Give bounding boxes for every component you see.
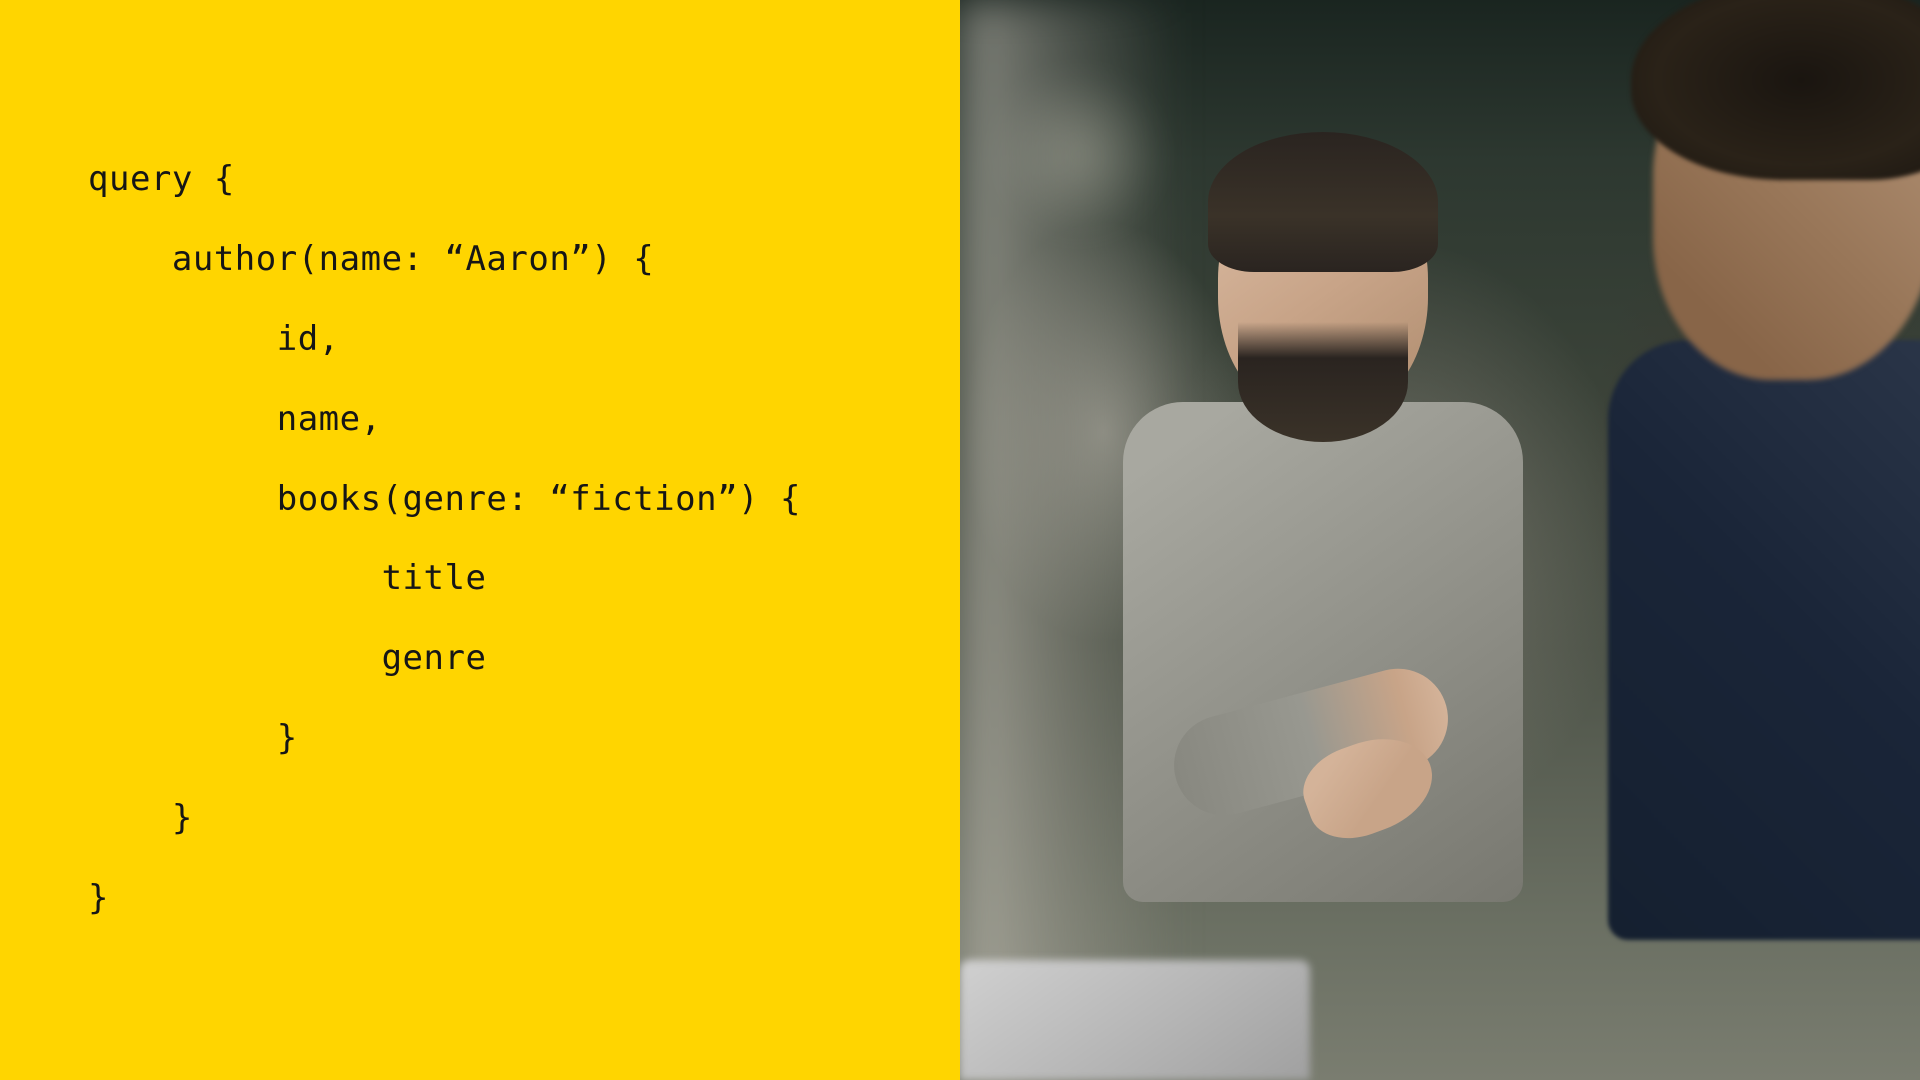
code-panel: query { author(name: “Aaron”) { id, name… — [0, 0, 960, 1080]
code-line: author(name: “Aaron”) { — [88, 239, 654, 279]
laptop — [960, 960, 1310, 1080]
code-line: id, — [88, 319, 340, 359]
hair — [1208, 132, 1438, 272]
torso — [1608, 340, 1920, 940]
person-right — [1518, 0, 1920, 900]
code-line: title — [88, 558, 486, 598]
graphql-query-code: query { author(name: “Aaron”) { id, name… — [88, 140, 960, 939]
collaboration-photo — [960, 0, 1920, 1080]
code-line: name, — [88, 399, 382, 439]
hair — [1631, 0, 1920, 180]
person-left — [1133, 162, 1513, 912]
beard — [1238, 322, 1408, 442]
code-line: query { — [88, 159, 235, 199]
photo-panel — [960, 0, 1920, 1080]
code-line: } — [88, 878, 109, 918]
code-line: } — [88, 718, 298, 758]
code-line: genre — [88, 638, 486, 678]
code-line: books(genre: “fiction”) { — [88, 479, 801, 519]
code-line: } — [88, 798, 193, 838]
